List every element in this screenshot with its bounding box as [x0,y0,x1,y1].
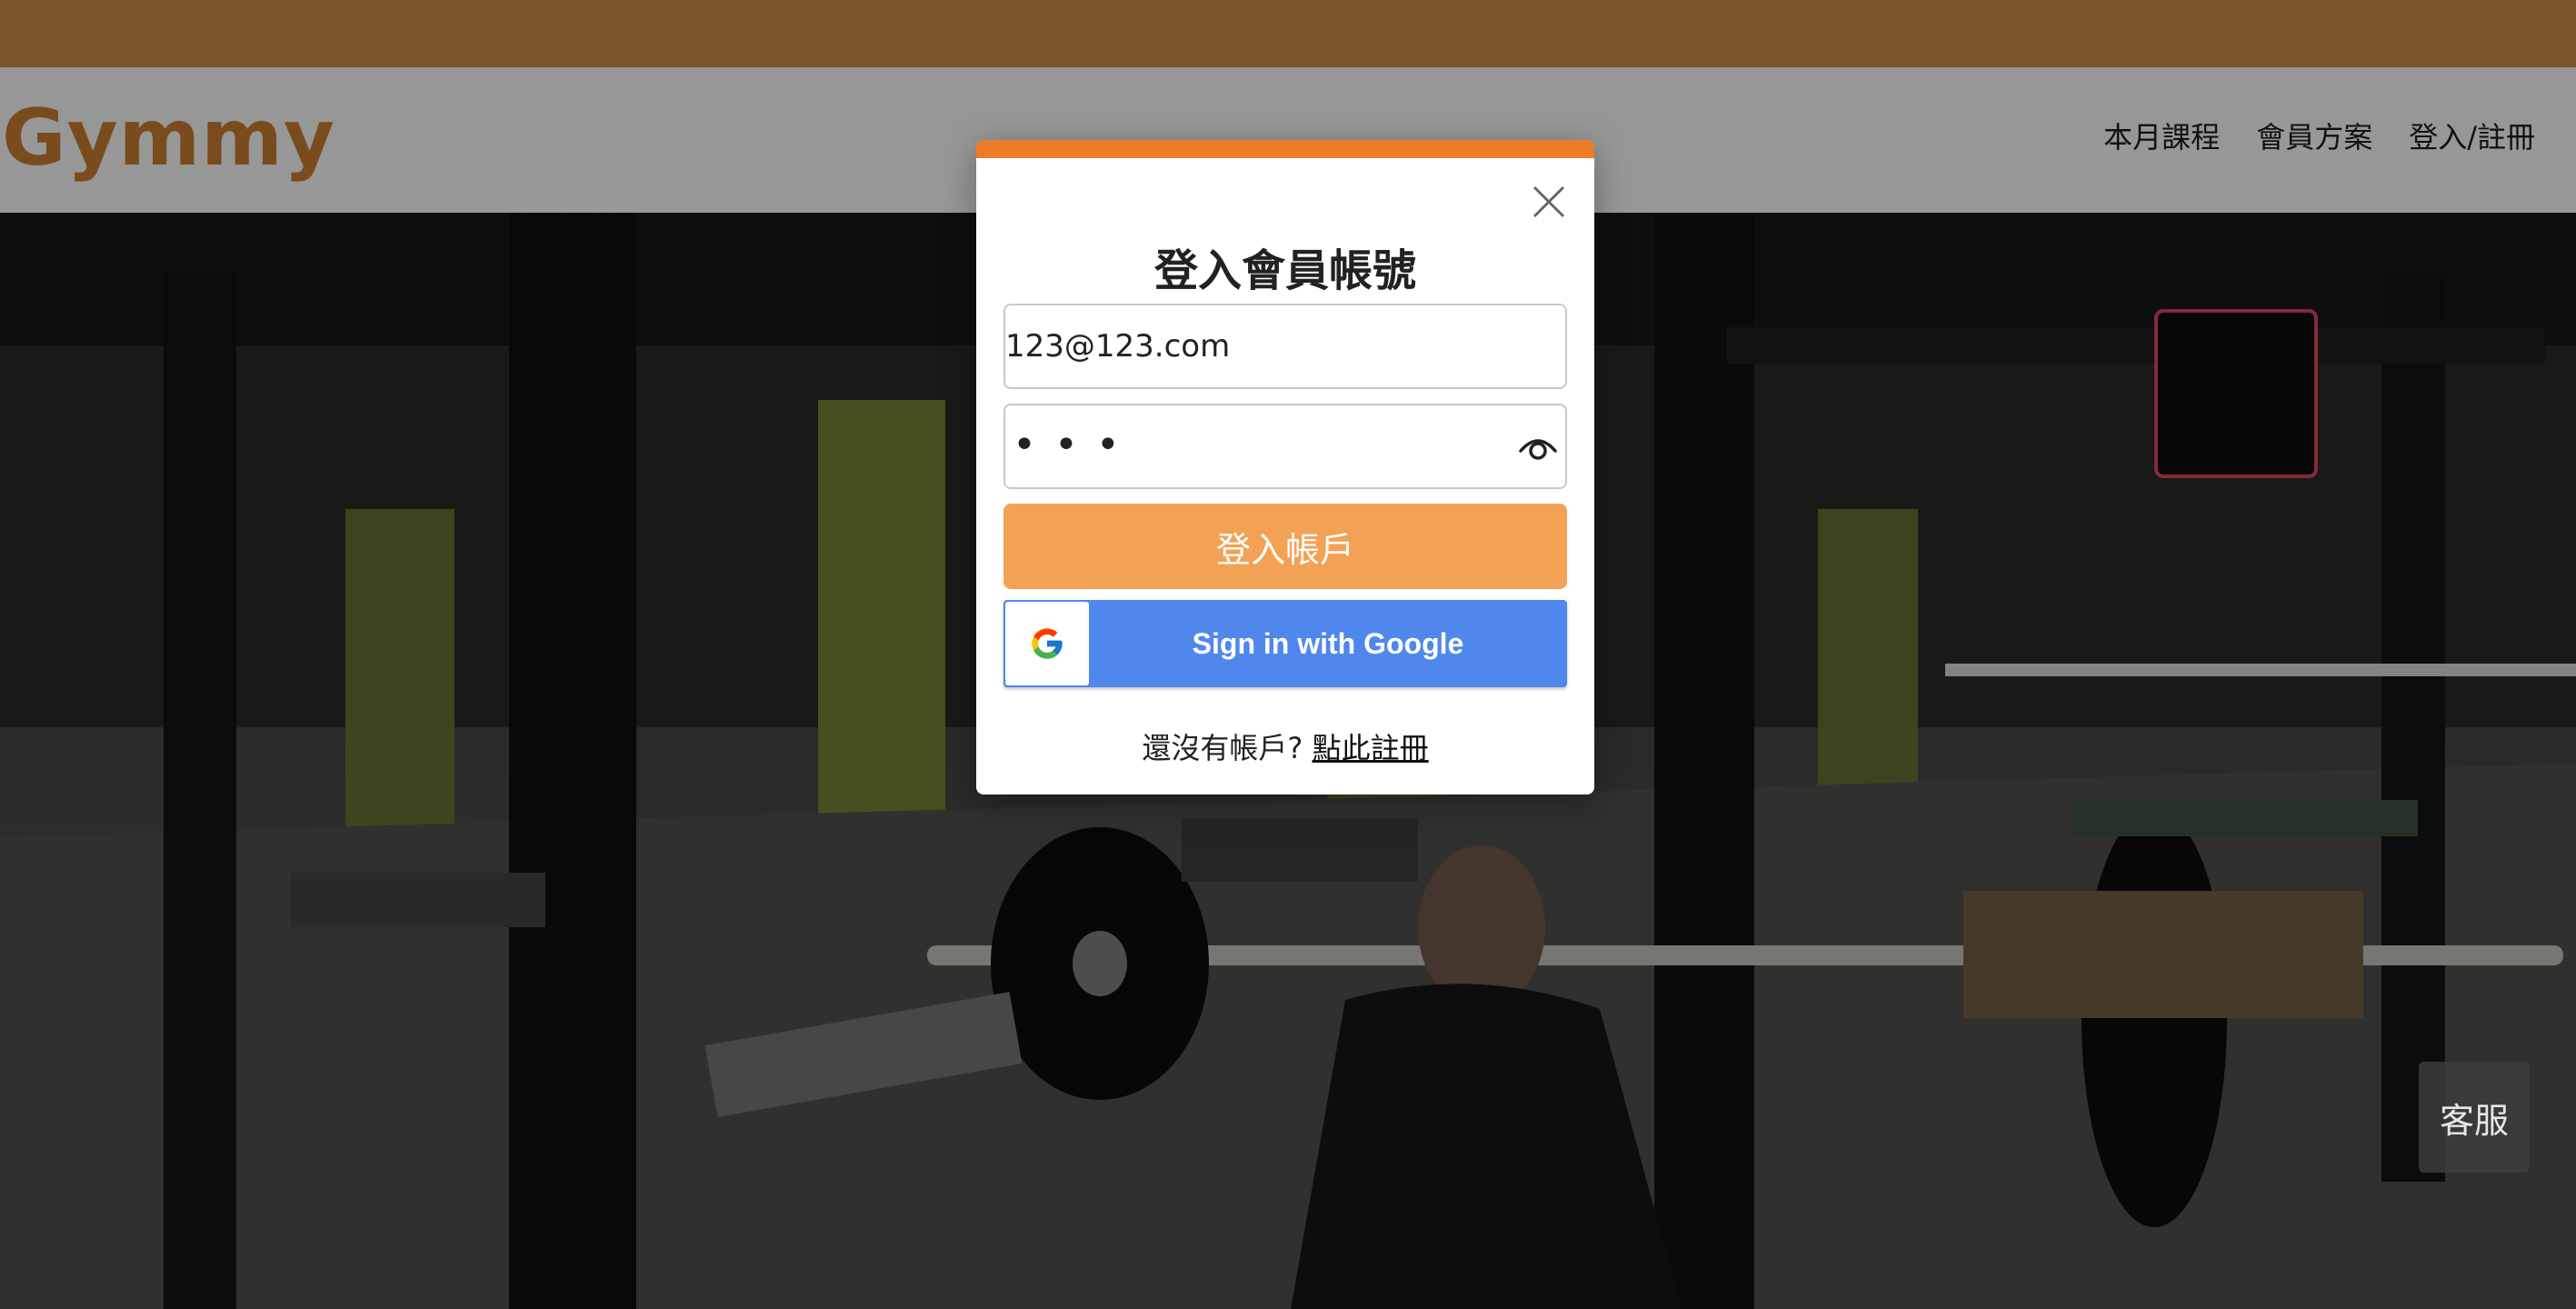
nav-link-login-register[interactable]: 登入/註冊 [2409,115,2535,156]
login-button[interactable]: 登入帳戶 [1003,504,1567,589]
password-input[interactable]: ••• [1013,422,1138,468]
modal-title: 登入會員帳號 [1153,245,1416,296]
google-signin-label: Sign in with Google [1192,626,1464,660]
customer-service-button[interactable]: 客服 [2419,1062,2530,1173]
register-link[interactable]: 點此註冊 [1313,731,1429,765]
google-signin-button[interactable]: Sign in with Google [1003,600,1567,687]
top-strip [0,0,2576,67]
email-input[interactable] [1005,305,1565,387]
login-modal: 登入會員帳號 ••• 登入帳戶 Sign in with Google 還沒有帳… [976,140,1594,794]
register-prompt: 還沒有帳戶? 點此註冊 [976,725,1594,767]
close-icon[interactable] [1531,184,1567,220]
nav-links: 本月課程 會員方案 登入/註冊 [2103,115,2535,156]
nav-link-membership[interactable]: 會員方案 [2256,115,2372,156]
register-prompt-text: 還沒有帳戶? [1142,731,1303,765]
eye-icon[interactable] [1518,433,1558,464]
brand-logo[interactable]: Gymmy [2,93,335,184]
google-icon [1005,602,1089,685]
modal-accent-bar [976,140,1594,158]
password-field[interactable]: ••• [1003,404,1567,489]
nav-link-courses[interactable]: 本月課程 [2103,115,2220,156]
email-field[interactable] [1003,304,1567,389]
